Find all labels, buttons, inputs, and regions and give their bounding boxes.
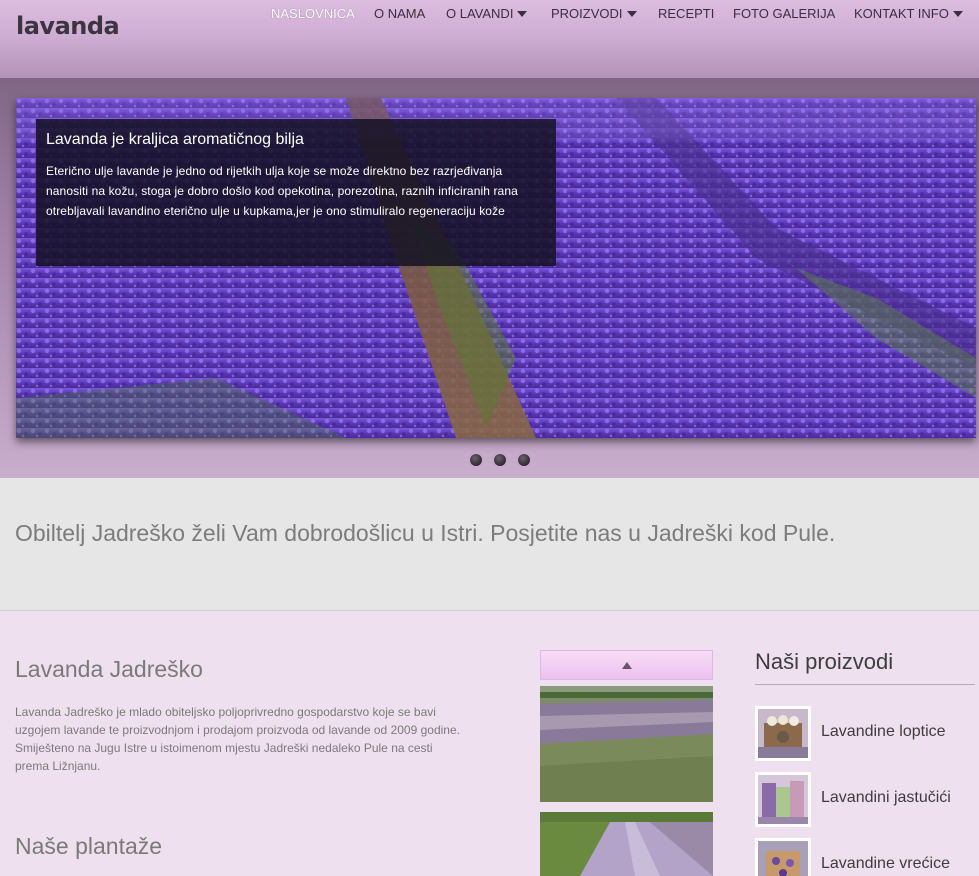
product-thumbnail	[755, 838, 811, 876]
nav-label: KONTAKT INFO	[854, 6, 949, 21]
slide-caption: Lavanda je kraljica aromatičnog bilja Et…	[36, 119, 556, 266]
main-nav: NASLOVNICA O NAMA O LAVANDI PROIZVODI RE…	[0, 6, 979, 24]
nav-label: RECEPTI	[658, 6, 715, 21]
product-item[interactable]: Lavandine vrećice	[755, 838, 975, 876]
plantations-title: Naše plantaže	[15, 833, 163, 859]
chevron-down-icon	[517, 10, 528, 17]
product-name: Lavandini jastučići	[821, 789, 951, 806]
caption-text: Eterično ulje lavande je jedno od rijetk…	[46, 164, 518, 218]
nav-item-naslovnica[interactable]: NASLOVNICA	[271, 6, 355, 21]
site-header: lavanda NASLOVNICA O NAMA O LAVANDI PROI…	[0, 0, 979, 78]
plantation-photo-2	[540, 812, 713, 876]
products-divider	[755, 684, 975, 685]
nav-item-o-lavandi[interactable]: O LAVANDI	[446, 6, 528, 21]
products-title: Naši proizvodi	[755, 649, 894, 674]
slider-dot-2[interactable]	[494, 454, 506, 466]
triangle-up-icon	[622, 662, 632, 669]
product-thumbnail	[755, 772, 811, 827]
about-paragraph: Smiješteno na Jugu Istre u istoimenom mj…	[15, 741, 433, 773]
about-paragraph: Lavanda Jadreško je mlado obiteljsko pol…	[15, 705, 460, 737]
about-title: Lavanda Jadreško	[15, 656, 203, 682]
nav-item-foto-galerija[interactable]: FOTO GALERIJA	[733, 6, 835, 21]
welcome-text: Obiltelj Jadreško želi Vam dobrodošlicu …	[15, 520, 836, 546]
slider-dot-3[interactable]	[518, 454, 530, 466]
gallery-thumb-2[interactable]	[540, 812, 713, 876]
lavender-pillows-photo	[758, 775, 808, 824]
product-thumbnail	[755, 706, 811, 761]
nav-label: PROIZVODI	[551, 6, 623, 21]
gallery-thumb-1[interactable]	[540, 686, 713, 802]
hero-slider: Lavanda je kraljica aromatičnog bilja Et…	[0, 78, 979, 478]
caption-title: Lavanda je kraljica aromatičnog bilja	[46, 131, 304, 148]
product-name: Lavandine vrećice	[821, 855, 950, 872]
plantation-photo-1	[540, 686, 713, 802]
chevron-down-icon	[952, 10, 963, 17]
nav-label: O NAMA	[374, 6, 426, 21]
slide-image[interactable]: Lavanda je kraljica aromatičnog bilja Et…	[16, 98, 976, 438]
lavender-bags-photo	[758, 841, 808, 876]
welcome-banner: Obiltelj Jadreško želi Vam dobrodošlicu …	[0, 478, 979, 611]
slider-dot-1[interactable]	[470, 454, 482, 466]
nav-item-o-nama[interactable]: O NAMA	[374, 6, 425, 21]
nav-label: NASLOVNICA	[271, 6, 355, 21]
nav-label: O LAVANDI	[446, 6, 514, 21]
nav-label: FOTO GALERIJA	[733, 6, 836, 21]
nav-item-proizvodi[interactable]: PROIZVODI	[551, 6, 637, 21]
slider-pagination	[470, 454, 540, 468]
lavender-balls-photo	[758, 709, 808, 758]
product-item[interactable]: Lavandine loptice	[755, 706, 975, 761]
nav-item-kontakt-info[interactable]: KONTAKT INFO	[854, 6, 963, 21]
product-name: Lavandine loptice	[821, 723, 946, 740]
about-text: Lavanda Jadreško je mlado obiteljsko pol…	[15, 703, 460, 775]
nav-item-recepti[interactable]: RECEPTI	[658, 6, 714, 21]
main-content: Lavanda Jadreško Lavanda Jadreško je mla…	[0, 612, 979, 876]
product-item[interactable]: Lavandini jastučići	[755, 772, 975, 827]
chevron-down-icon	[626, 10, 637, 17]
gallery-scroll-up-button[interactable]	[540, 650, 713, 680]
